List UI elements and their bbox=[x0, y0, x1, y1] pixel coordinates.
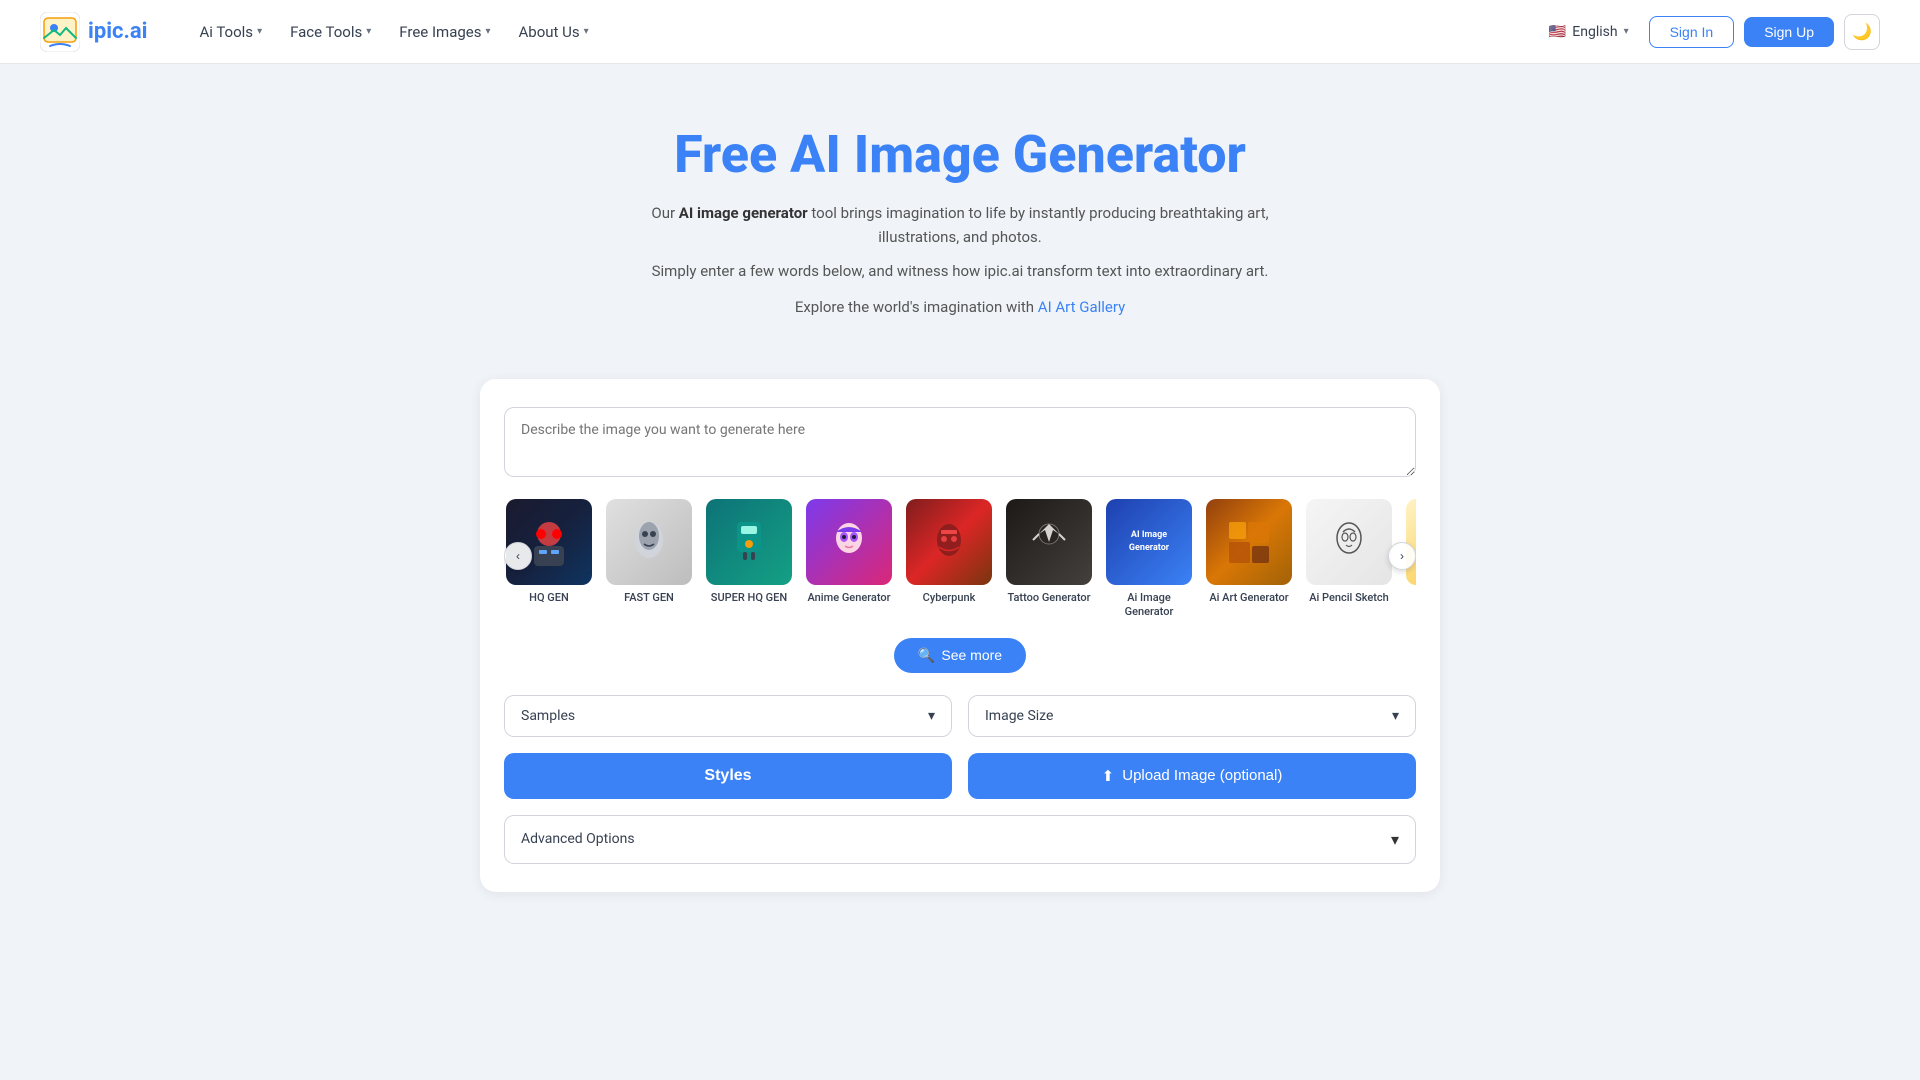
logo[interactable]: ipic.ai bbox=[40, 12, 147, 52]
nav-ai-tools[interactable]: Ai Tools ▾ bbox=[187, 15, 274, 49]
samples-dropdown[interactable]: Samples ▾ bbox=[504, 695, 952, 737]
styles-button[interactable]: Styles bbox=[504, 753, 952, 799]
nav-about-us[interactable]: About Us ▾ bbox=[507, 15, 601, 49]
options-row: Samples ▾ Image Size ▾ bbox=[504, 695, 1416, 737]
flag-icon: 🇺🇸 bbox=[1549, 24, 1566, 40]
carousel-prev-button[interactable]: ‹ bbox=[504, 542, 532, 570]
upload-image-button[interactable]: ⬆ Upload Image (optional) bbox=[968, 753, 1416, 799]
hero-bold-text: AI image generator bbox=[679, 204, 808, 222]
signup-button[interactable]: Sign Up bbox=[1744, 17, 1834, 47]
signin-button[interactable]: Sign In bbox=[1649, 16, 1735, 48]
style-carousel: ‹ HQ GEN FAST GEN SUPER H bbox=[504, 499, 1416, 620]
action-row: Styles ⬆ Upload Image (optional) bbox=[504, 753, 1416, 799]
carousel-track: HQ GEN FAST GEN SUPER HQ GEN bbox=[504, 499, 1416, 620]
navbar: ipic.ai Ai Tools ▾ Face Tools ▾ Free Ima… bbox=[0, 0, 1920, 64]
see-more-button[interactable]: 🔍 See more bbox=[894, 638, 1026, 673]
image-size-dropdown[interactable]: Image Size ▾ bbox=[968, 695, 1416, 737]
style-item-cyberpunk[interactable]: Cyberpunk bbox=[904, 499, 994, 620]
language-selector[interactable]: 🇺🇸 English ▾ bbox=[1539, 18, 1639, 46]
style-item-super-hq-gen[interactable]: SUPER HQ GEN bbox=[704, 499, 794, 620]
style-label-cyberpunk: Cyberpunk bbox=[923, 591, 976, 605]
hero-description-1: Our AI image generator tool brings imagi… bbox=[610, 201, 1310, 249]
chevron-down-icon: ▾ bbox=[1391, 830, 1399, 849]
nav-links: Ai Tools ▾ Face Tools ▾ Free Images ▾ Ab… bbox=[187, 15, 1538, 49]
style-label-anime: Anime Generator bbox=[807, 591, 890, 605]
see-more-row: 🔍 See more bbox=[504, 638, 1416, 673]
style-label-super-hq-gen: SUPER HQ GEN bbox=[711, 591, 787, 605]
style-thumbnail-ai-pencil-sketch bbox=[1306, 499, 1392, 585]
nav-face-tools[interactable]: Face Tools ▾ bbox=[278, 15, 383, 49]
chevron-down-icon: ▾ bbox=[1392, 708, 1399, 724]
hero-section: Free AI Image Generator Our AI image gen… bbox=[0, 64, 1920, 359]
theme-toggle-button[interactable]: 🌙 bbox=[1844, 14, 1880, 50]
style-label-ai-art-gen: Ai Art Generator bbox=[1209, 591, 1288, 605]
logo-text: ipic.ai bbox=[88, 19, 147, 44]
chevron-down-icon: ▾ bbox=[928, 708, 935, 724]
style-label-tattoo: Tattoo Generator bbox=[1007, 591, 1090, 605]
style-thumbnail-3d-cartoon bbox=[1406, 499, 1416, 585]
style-item-ai-art-gen[interactable]: Ai Art Generator bbox=[1204, 499, 1294, 620]
chevron-down-icon: ▾ bbox=[584, 26, 589, 37]
advanced-options-label: Advanced Options bbox=[521, 831, 635, 847]
style-thumbnail-ai-art-gen bbox=[1206, 499, 1292, 585]
prompt-textarea[interactable] bbox=[504, 407, 1416, 477]
ai-art-gallery-link[interactable]: AI Art Gallery bbox=[1038, 298, 1125, 316]
style-item-ai-pencil-sketch[interactable]: Ai Pencil Sketch bbox=[1304, 499, 1394, 620]
style-item-fast-gen[interactable]: FAST GEN bbox=[604, 499, 694, 620]
search-icon: 🔍 bbox=[918, 647, 935, 664]
nav-free-images[interactable]: Free Images ▾ bbox=[387, 15, 502, 49]
style-thumbnail-fast-gen bbox=[606, 499, 692, 585]
carousel-next-button[interactable]: › bbox=[1388, 542, 1416, 570]
style-label-hq-gen: HQ GEN bbox=[529, 591, 569, 605]
chevron-down-icon: ▾ bbox=[1624, 26, 1629, 37]
style-thumbnail-ai-image-gen: AI Image Generator bbox=[1106, 499, 1192, 585]
style-label-fast-gen: FAST GEN bbox=[624, 591, 674, 605]
hero-title: Free AI Image Generator bbox=[20, 124, 1900, 185]
hero-description-2: Simply enter a few words below, and witn… bbox=[610, 259, 1310, 283]
style-thumbnail-anime bbox=[806, 499, 892, 585]
style-item-anime[interactable]: Anime Generator bbox=[804, 499, 894, 620]
chevron-down-icon: ▾ bbox=[485, 26, 490, 37]
style-thumbnail-super-hq-gen bbox=[706, 499, 792, 585]
style-label-ai-pencil-sketch: Ai Pencil Sketch bbox=[1309, 591, 1389, 605]
upload-icon: ⬆ bbox=[1102, 767, 1115, 785]
style-item-tattoo[interactable]: Tattoo Generator bbox=[1004, 499, 1094, 620]
style-label-ai-image-gen: Ai Image Generator bbox=[1104, 591, 1194, 620]
style-thumbnail-tattoo bbox=[1006, 499, 1092, 585]
advanced-options-row[interactable]: Advanced Options ▾ bbox=[504, 815, 1416, 864]
chevron-down-icon: ▾ bbox=[257, 26, 262, 37]
hero-gallery-text: Explore the world's imagination with AI … bbox=[610, 295, 1310, 319]
style-thumbnail-cyberpunk bbox=[906, 499, 992, 585]
nav-actions: 🇺🇸 English ▾ Sign In Sign Up 🌙 bbox=[1539, 14, 1880, 50]
style-item-ai-image-gen[interactable]: AI Image Generator Ai Image Generator bbox=[1104, 499, 1194, 620]
chevron-down-icon: ▾ bbox=[366, 26, 371, 37]
moon-icon: 🌙 bbox=[1852, 22, 1872, 42]
main-card: ‹ HQ GEN FAST GEN SUPER H bbox=[480, 379, 1440, 892]
